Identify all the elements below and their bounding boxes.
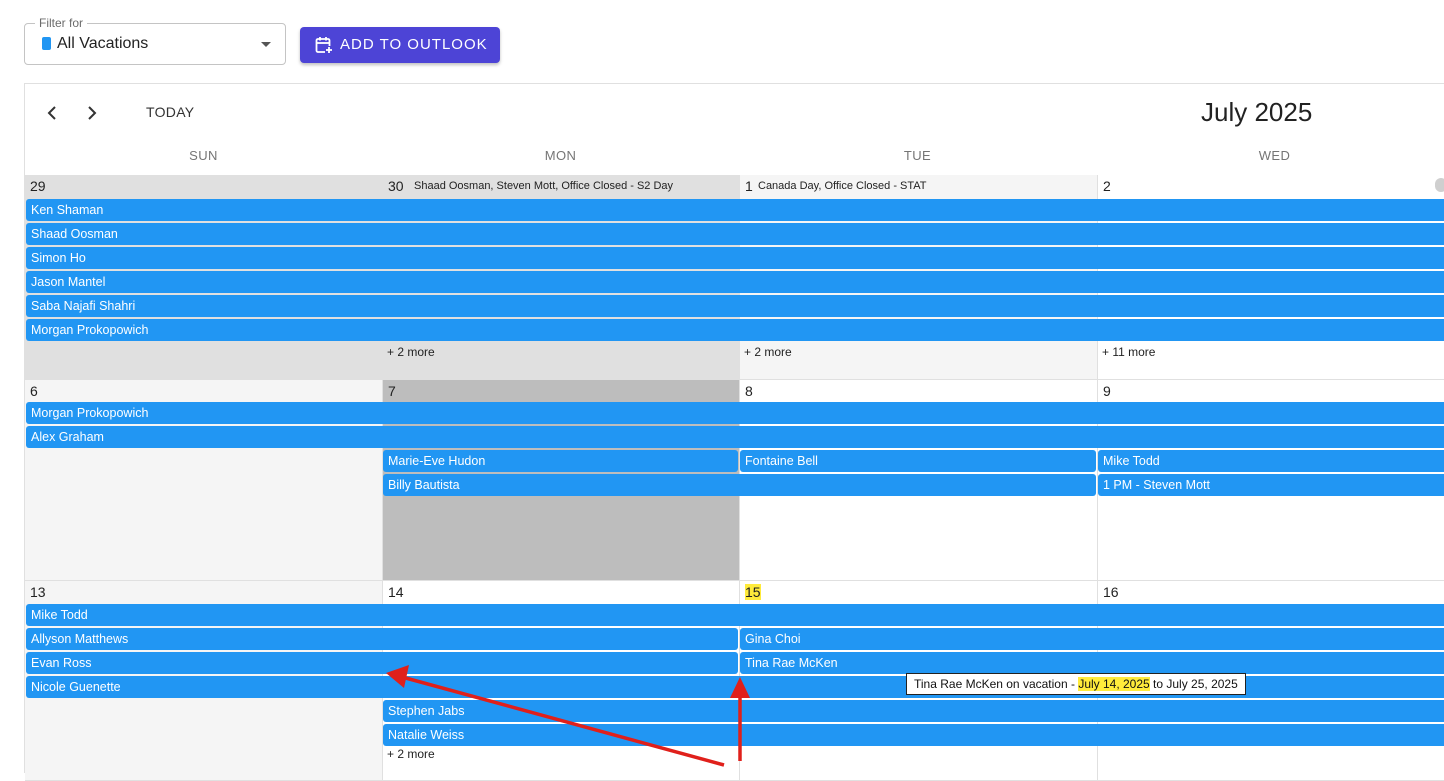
event-bar[interactable]: Gina Choi <box>740 628 1444 650</box>
calendar-add-icon <box>315 37 333 54</box>
event-bar[interactable]: Stephen Jabs <box>383 700 1444 722</box>
event-tooltip: Tina Rae McKen on vacation - July 14, 20… <box>906 673 1246 695</box>
event-bar[interactable]: Morgan Prokopowich <box>26 402 1444 424</box>
event-bar[interactable]: Allyson Matthews <box>26 628 738 650</box>
vacation-filter-select[interactable]: Filter for All Vacations <box>24 15 286 65</box>
day-note: Canada Day, Office Closed - STAT <box>758 180 927 192</box>
add-to-outlook-button[interactable]: ADD TO OUTLOOK <box>300 27 500 63</box>
chevron-right-icon <box>88 106 97 120</box>
event-bar[interactable]: Shaad Oosman <box>26 223 1444 245</box>
day-number: 6 <box>30 383 38 399</box>
event-bar[interactable]: Tina Rae McKen <box>740 652 1444 674</box>
today-day-number: 15 <box>745 584 761 600</box>
day-number: 30 <box>388 178 404 194</box>
event-bar[interactable]: Billy Bautista <box>383 474 1096 496</box>
more-events-link[interactable]: + 2 more <box>387 345 435 359</box>
event-bar[interactable]: Alex Graham <box>26 426 1444 448</box>
day-number: 13 <box>30 584 46 600</box>
day-number: 8 <box>745 383 753 399</box>
filter-label: Filter for <box>35 15 88 31</box>
tooltip-prefix: Tina Rae McKen on vacation - <box>914 677 1079 691</box>
next-month-button[interactable] <box>81 103 101 123</box>
event-bar[interactable]: 1 PM - Steven Mott <box>1098 474 1444 496</box>
tooltip-suffix: to July 25, 2025 <box>1149 677 1238 691</box>
add-to-outlook-label: ADD TO OUTLOOK <box>340 36 488 53</box>
day-note: Shaad Oosman, Steven Mott, Office Closed… <box>414 180 674 192</box>
day-number: 14 <box>388 584 404 600</box>
today-button[interactable]: TODAY <box>146 103 194 121</box>
event-bar[interactable]: Mike Todd <box>1098 450 1444 472</box>
dropdown-caret-icon <box>261 42 271 47</box>
event-bar[interactable]: Marie-Eve Hudon <box>383 450 738 472</box>
more-events-link[interactable]: + 11 more <box>1102 345 1155 359</box>
calendar-color-swatch <box>42 37 51 50</box>
event-bar[interactable]: Fontaine Bell <box>740 450 1096 472</box>
day-number: 7 <box>388 383 396 399</box>
weekday-header-wed: WED <box>1258 148 1291 163</box>
event-bar[interactable]: Mike Todd <box>26 604 1444 626</box>
event-bar[interactable]: Jason Mantel <box>26 271 1444 293</box>
day-number: 29 <box>30 178 46 194</box>
month-title: July 2025 <box>1201 97 1313 127</box>
more-events-link[interactable]: + 2 more <box>387 747 435 761</box>
more-events-link[interactable]: + 2 more <box>744 345 792 359</box>
previous-month-button[interactable] <box>43 103 63 123</box>
day-number: 1 <box>745 178 753 194</box>
scroll-indicator[interactable] <box>1435 178 1444 192</box>
weekday-header-sun: SUN <box>189 148 218 163</box>
tooltip-start-date: July 14, 2025 <box>1078 677 1150 691</box>
event-bar[interactable]: Evan Ross <box>26 652 738 674</box>
filter-value: All Vacations <box>57 35 149 52</box>
weekday-header-mon: MON <box>544 148 577 163</box>
day-number: 9 <box>1103 383 1111 399</box>
day-number: 2 <box>1103 178 1111 194</box>
event-bar[interactable]: Morgan Prokopowich <box>26 319 1444 341</box>
event-bar[interactable]: Saba Najafi Shahri <box>26 295 1444 317</box>
event-bar[interactable]: Natalie Weiss <box>383 724 1444 746</box>
chevron-left-icon <box>47 106 56 120</box>
weekday-header-tue: TUE <box>903 148 932 163</box>
event-bar[interactable]: Ken Shaman <box>26 199 1444 221</box>
event-bar[interactable]: Simon Ho <box>26 247 1444 269</box>
day-number: 16 <box>1103 584 1119 600</box>
